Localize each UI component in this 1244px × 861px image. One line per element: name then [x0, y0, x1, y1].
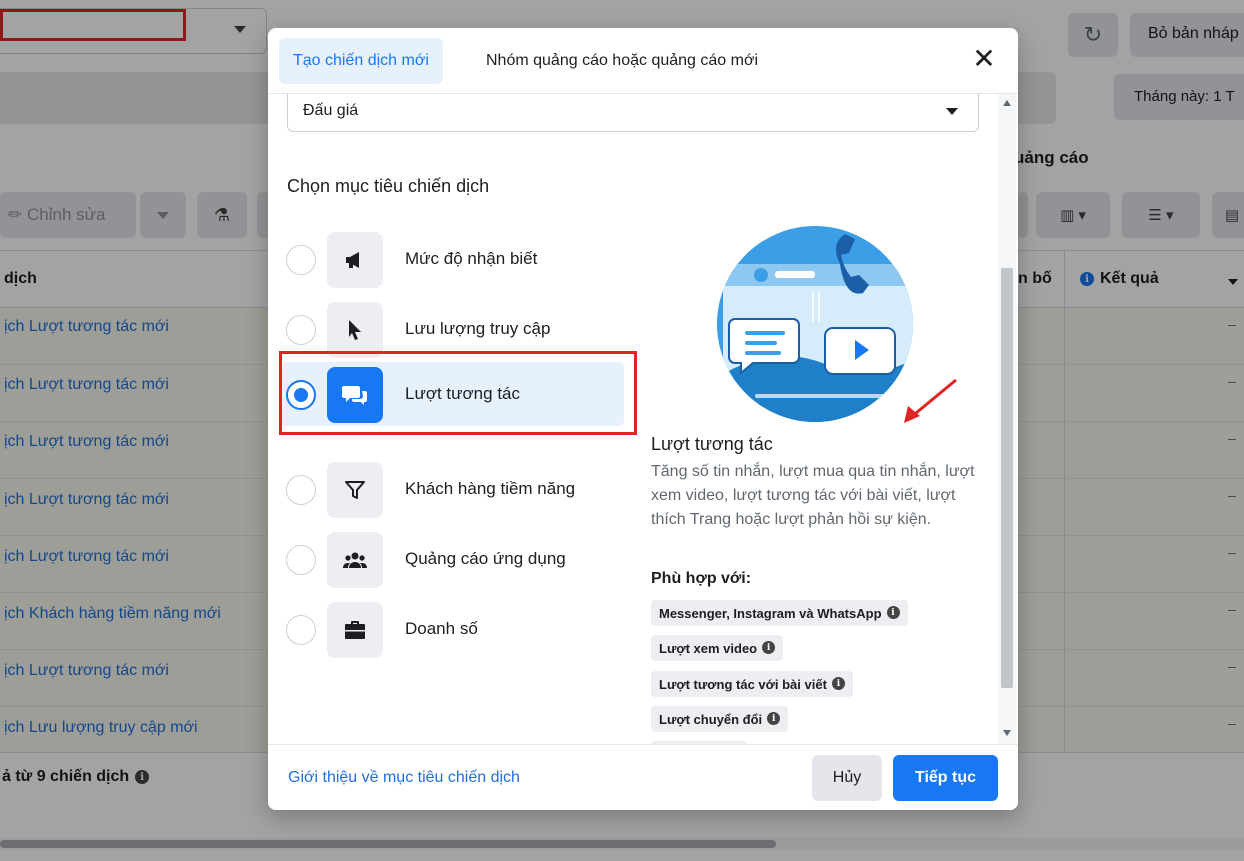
objective-label: Mức độ nhận biết — [405, 249, 538, 268]
chip-label: Lượt chuyển đổi — [659, 712, 763, 727]
info-icon[interactable]: i — [831, 677, 845, 690]
funnel-icon — [327, 462, 383, 518]
cursor-icon — [327, 302, 383, 358]
suitable-for-chip: Lượt tương tác với bài viết i — [651, 671, 853, 697]
objective-label: Lưu lượng truy cập — [405, 319, 551, 338]
objective-detail-title: Lượt tương tác — [651, 434, 773, 454]
annotation-highlight-box — [279, 351, 637, 435]
objective-detail-description: Tăng số tin nhắn, lượt mua qua tin nhắn,… — [651, 463, 975, 528]
briefcase-icon — [327, 602, 383, 658]
buying-type-value: Đấu giá — [303, 102, 359, 119]
megaphone-icon — [327, 232, 383, 288]
scroll-down-icon[interactable] — [1003, 730, 1011, 736]
radio-button[interactable] — [286, 315, 316, 345]
annotation-arrow-icon — [904, 378, 957, 423]
suitable-for-chip: Messenger, Instagram và WhatsApp i — [651, 600, 908, 626]
chip-label: Messenger, Instagram và WhatsApp — [659, 606, 882, 621]
vertical-scrollbar-thumb[interactable] — [1001, 268, 1013, 688]
radio-button[interactable] — [286, 615, 316, 645]
buying-type-select[interactable]: Đấu giá — [287, 94, 979, 132]
suitable-for-chip: Lượt xem video i — [651, 635, 784, 661]
radio-button[interactable] — [286, 475, 316, 505]
chevron-down-icon[interactable] — [946, 108, 958, 115]
dialog-footer: Giới thiệu về mục tiêu chiến dịch Hủy Ti… — [268, 744, 1018, 810]
chip-label: Lượt tương tác với bài viết — [659, 677, 827, 692]
engagement-illustration — [717, 226, 913, 422]
continue-button[interactable]: Tiếp tục — [893, 755, 998, 801]
dialog-body[interactable]: Đấu giá Chọn mục tiêu chiến dịch Mức độ … — [268, 94, 1018, 744]
tab-new-campaign[interactable]: Tạo chiến dịch mới — [279, 38, 443, 84]
suitable-for-heading: Phù hợp với: — [651, 570, 752, 587]
objective-option-leads[interactable]: Khách hàng tiềm năng — [280, 457, 624, 521]
info-icon[interactable]: i — [762, 641, 776, 654]
info-icon[interactable]: i — [767, 712, 781, 725]
objective-section-title: Chọn mục tiêu chiến dịch — [287, 176, 490, 196]
radio-button[interactable] — [286, 245, 316, 275]
objective-label: Quảng cáo ứng dụng — [405, 549, 566, 568]
objective-option-sales[interactable]: Doanh số — [280, 597, 624, 661]
radio-button[interactable] — [286, 545, 316, 575]
scroll-up-icon[interactable] — [1003, 100, 1011, 106]
objective-option-awareness[interactable]: Mức độ nhận biết — [280, 227, 624, 291]
chip-label: Lượt xem video — [659, 641, 758, 656]
tab-new-ad-set-or-ad[interactable]: Nhóm quảng cáo hoặc quảng cáo mới — [472, 38, 772, 84]
people-icon — [327, 532, 383, 588]
objective-label: Doanh số — [405, 619, 478, 638]
cancel-button[interactable]: Hủy — [812, 755, 882, 801]
about-objectives-link[interactable]: Giới thiệu về mục tiêu chiến dịch — [288, 769, 520, 787]
dialog-header: Tạo chiến dịch mới Nhóm quảng cáo hoặc q… — [268, 28, 1018, 94]
close-icon[interactable]: ✕ — [968, 44, 1000, 76]
suitable-for-chip: Lượt chuyển đổi i — [651, 706, 789, 732]
create-campaign-dialog: Tạo chiến dịch mới Nhóm quảng cáo hoặc q… — [268, 28, 1018, 810]
info-icon[interactable]: i — [886, 606, 900, 619]
objective-option-app-promotion[interactable]: Quảng cáo ứng dụng — [280, 527, 624, 591]
objective-label: Khách hàng tiềm năng — [405, 479, 576, 498]
